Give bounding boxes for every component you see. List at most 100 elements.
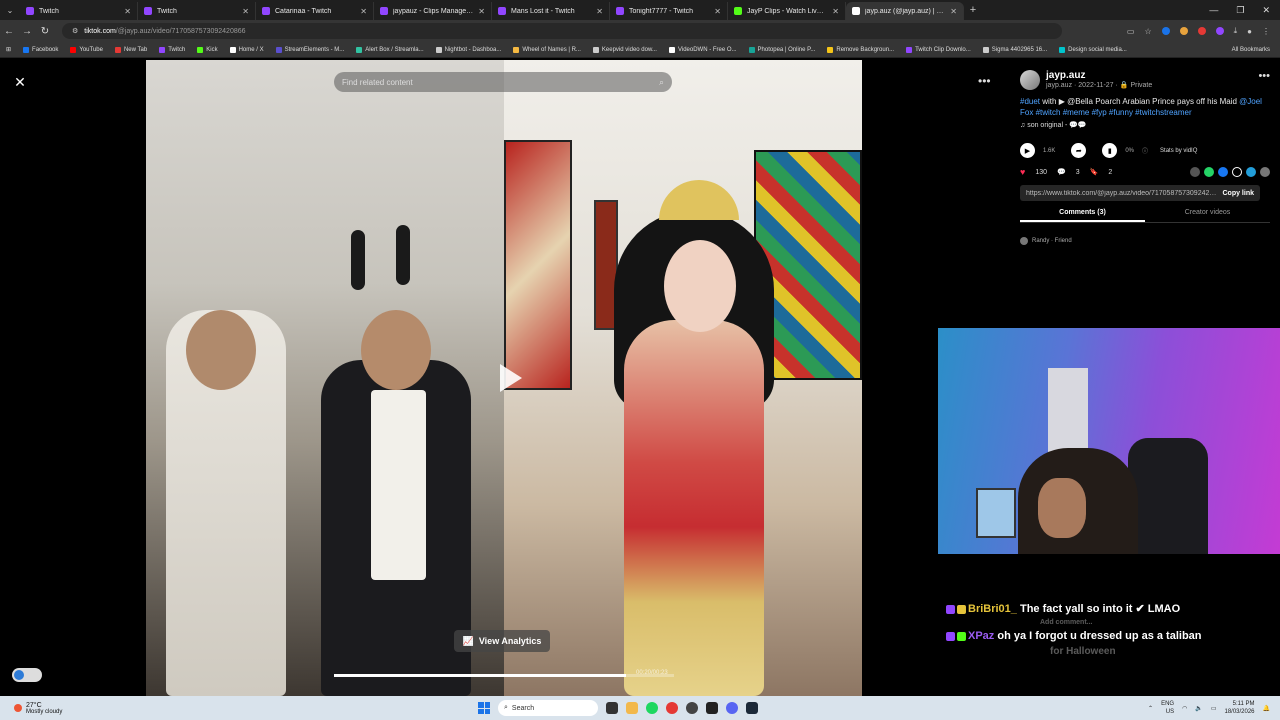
video-progress-bar[interactable] [334,674,674,677]
cast-icon[interactable]: ▭ [1127,27,1135,36]
embed-icon[interactable] [1190,167,1200,177]
bookmark-item[interactable]: Twitch Clip Downlo... [906,46,971,53]
comment-icon[interactable]: 💬 [1057,168,1066,176]
browser-tab[interactable]: Catarinaa - Twitch ✕ [256,2,374,20]
clock[interactable]: 5:11 PM 18/03/2026 [1224,700,1254,716]
new-tab-button[interactable]: + [964,4,982,16]
spotify-icon[interactable] [646,702,658,714]
more-dots-icon[interactable]: ••• [1258,70,1270,82]
tab-close-icon[interactable]: ✕ [714,7,721,16]
bookmark-item[interactable]: Alert Box / Streamla... [356,46,424,53]
discord-icon[interactable] [726,702,738,714]
browser-tab[interactable]: JayP Clips - Watch Live on Kick ✕ [728,2,846,20]
back-arrow-icon[interactable]: ← [0,26,18,37]
windows-start-icon[interactable] [478,702,490,714]
bookmark-icon[interactable]: 🔖 [1090,168,1099,176]
maximize-button[interactable]: ❐ [1236,5,1244,16]
hashtags[interactable]: #twitch #meme #fyp #funny #twitchstreame… [1033,108,1192,117]
browser-tab[interactable]: jaypauz - Clips Manager - Twit ✕ [374,2,492,20]
minimize-button[interactable]: — [1209,5,1218,16]
avatar[interactable] [1020,237,1028,245]
search-icon[interactable]: ⌕ [659,77,664,88]
tab-close-icon[interactable]: ✕ [360,7,367,16]
whatsapp-icon[interactable] [1204,167,1214,177]
bookmark-item[interactable]: New Tab [114,46,147,53]
taskbar-search[interactable]: ⌕ Search [498,700,598,716]
close-icon[interactable]: ✕ [10,72,30,92]
weather-widget[interactable]: 27°C Mostly cloudy [0,702,62,715]
sound-link[interactable]: ♫ son original - 💬💬 [1020,121,1270,129]
tab-creator-videos[interactable]: Creator videos [1145,209,1270,222]
url-field[interactable]: ⚙ tiktok.com/@jayp.auz/video/71705875730… [62,23,1062,39]
profile-icon[interactable]: ● [1247,27,1252,36]
language-indicator[interactable]: ENG US [1161,700,1174,716]
extension-icon[interactable] [1215,27,1224,35]
share-link-url[interactable]: https://www.tiktok.com/@jayp.auz/video/7… [1026,190,1216,197]
bookmark-item[interactable]: Wheel of Names | R... [513,46,581,53]
copy-link-button[interactable]: Copy link [1222,190,1254,197]
browser-tab[interactable]: Tonight7777 - Twitch ✕ [610,2,728,20]
telegram-icon[interactable] [1246,167,1256,177]
extension-icon[interactable] [1197,27,1206,35]
facebook-icon[interactable] [1218,167,1228,177]
author-username[interactable]: jayp.auz [1046,70,1152,81]
close-window-button[interactable]: ✕ [1262,5,1270,16]
search-input[interactable] [342,77,659,87]
notifications-icon[interactable]: 🔔 [1263,705,1270,712]
battery-icon[interactable]: ▭ [1211,705,1217,712]
browser-tab[interactable]: jayp.auz (@jayp.auz) | TikTok ✕ [846,2,964,20]
extension-icon[interactable] [1161,27,1170,35]
downloads-icon[interactable]: ⤓ [1234,26,1238,36]
volume-icon[interactable]: 🔈 [1195,705,1202,712]
share-more-icon[interactable] [1260,167,1270,177]
all-bookmarks[interactable]: All Bookmarks [1232,47,1280,53]
view-analytics-button[interactable]: 📈 View Analytics [454,630,550,652]
extension-icon[interactable] [1179,27,1188,35]
bookmark-item[interactable]: Photopea | Online P... [748,46,815,53]
tab-search-chevron-icon[interactable]: ⌄ [0,0,20,20]
site-info-icon[interactable]: ⚙ [72,27,78,35]
app-icon[interactable] [706,702,718,714]
tab-close-icon[interactable]: ✕ [478,7,485,16]
bookmark-item[interactable]: Kick [197,46,218,53]
bookmark-item[interactable]: Keepvid video dow... [592,46,657,53]
steam-icon[interactable] [746,702,758,714]
hashtag-duet[interactable]: #duet [1020,97,1040,106]
bookmark-item[interactable]: Remove Backgroun... [827,46,894,53]
bookmark-item[interactable]: Facebook [23,46,58,53]
bookmark-item[interactable]: Sigma 4402965 16... [982,46,1047,53]
browser-tab[interactable]: Twitch ✕ [138,2,256,20]
chevron-up-icon[interactable]: ⌃ [1148,705,1153,712]
video-player[interactable] [146,60,862,696]
bar-chart-icon[interactable]: ▮ [1102,143,1118,158]
task-view-icon[interactable] [606,702,618,714]
apps-grid-icon[interactable]: ⊞ [6,46,11,53]
assistant-toggle[interactable] [12,668,42,682]
tab-close-icon[interactable]: ✕ [596,7,603,16]
comment-author[interactable]: Randy · Friend [1032,238,1072,244]
tab-close-icon[interactable]: ✕ [242,7,249,16]
reload-icon[interactable]: ↻ [36,26,54,37]
bookmark-item[interactable]: StreamElements - M... [275,46,344,53]
file-explorer-icon[interactable] [626,702,638,714]
bookmark-item[interactable]: YouTube [70,46,103,53]
bookmark-item[interactable]: Home / X [229,46,264,53]
wifi-icon[interactable]: ◠ [1182,705,1187,712]
bookmark-item[interactable]: Design social media... [1059,46,1127,53]
chrome-icon[interactable] [666,702,678,714]
avatar[interactable] [1020,70,1040,90]
heart-icon[interactable]: ♥ [1020,167,1025,177]
obs-icon[interactable] [686,702,698,714]
bookmark-item[interactable]: Nightbot - Dashboa... [435,46,501,53]
share-arrow-icon[interactable]: ➦ [1071,143,1087,158]
menu-dots-icon[interactable]: ⋮ [1262,27,1270,36]
related-content-search[interactable]: ⌕ [334,72,672,92]
bookmark-star-icon[interactable]: ☆ [1144,27,1151,36]
play-icon[interactable] [500,364,522,392]
tab-close-icon[interactable]: ✕ [124,7,131,16]
bookmark-item[interactable]: VideoDWN - Free O... [668,46,737,53]
tab-comments[interactable]: Comments (3) [1020,209,1145,222]
forward-arrow-icon[interactable]: → [18,26,36,37]
mention-bella[interactable]: ▶ @Bella Poarch [1059,97,1121,106]
browser-tab[interactable]: Twitch ✕ [20,2,138,20]
